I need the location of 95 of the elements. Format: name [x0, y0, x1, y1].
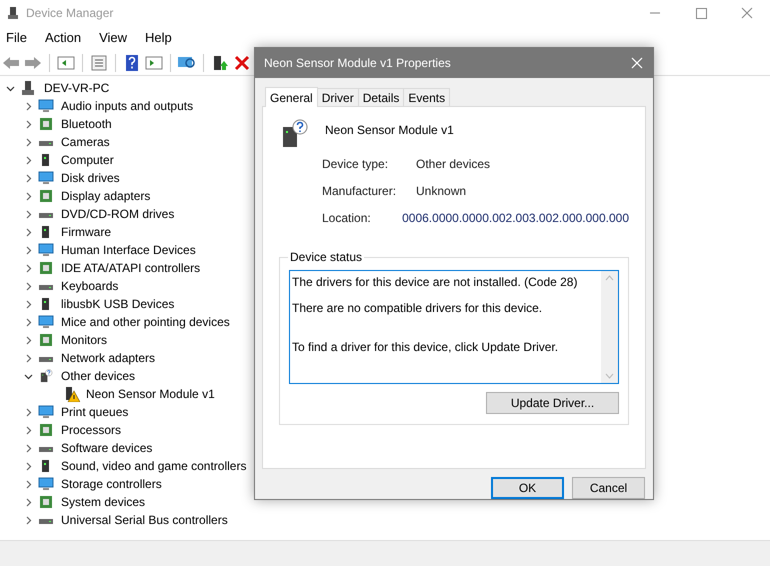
tab[interactable]: General	[265, 87, 318, 107]
computer-icon	[20, 80, 36, 96]
tree-item[interactable]: Sound, video and game controllers	[61, 457, 246, 475]
menu-item[interactable]: Help	[145, 28, 172, 48]
menu-item[interactable]: Action	[44, 28, 82, 48]
chevron-down-icon[interactable]	[24, 372, 33, 380]
property-value: 0006.0000.0000.002.003.002.000.000.000	[402, 210, 629, 227]
close-icon[interactable]	[631, 57, 643, 69]
chevron-right-icon[interactable]	[24, 462, 33, 470]
chevron-right-icon[interactable]	[24, 192, 33, 200]
status-text-box[interactable]: The drivers for this device are not installed. (Code 28) There are no compatible drivers for this device. To find a driver for this device, click Update Driver.	[289, 270, 619, 384]
chevron-right-icon[interactable]	[24, 246, 33, 254]
chevron-right-icon[interactable]	[24, 138, 33, 146]
menu-item[interactable]: View	[99, 28, 128, 48]
tree-item[interactable]: Human Interface Devices	[61, 241, 196, 259]
monitor-icon	[38, 315, 54, 329]
chevron-right-icon[interactable]	[24, 336, 33, 344]
property-label: Location:	[322, 210, 372, 227]
chevron-right-icon[interactable]	[24, 264, 33, 272]
status-line: The drivers for this device are not installed. (Code 28)	[292, 274, 578, 291]
chevron-right-icon[interactable]	[24, 102, 33, 110]
monitor-icon	[38, 405, 54, 419]
chevron-right-icon[interactable]	[24, 408, 33, 416]
chevron-right-icon[interactable]	[24, 120, 33, 128]
status-line: There are no compatible drivers for this device.	[292, 300, 544, 317]
property-value: Unknown	[416, 183, 466, 200]
tab[interactable]: Driver	[318, 88, 359, 106]
property-label: Device type:	[322, 156, 390, 173]
menu-item[interactable]: File	[6, 28, 27, 48]
chip-icon	[38, 495, 54, 509]
tree-item[interactable]: Network adapters	[61, 349, 156, 367]
warning-device-icon	[64, 386, 80, 402]
tree-item[interactable]: Bluetooth	[61, 115, 112, 133]
properties-icon[interactable]	[89, 54, 109, 72]
chip-icon	[38, 189, 54, 203]
monitor-icon	[38, 243, 54, 257]
unknown-device-icon	[38, 369, 54, 383]
dialog-title: Neon Sensor Module v1 Properties	[264, 55, 451, 72]
group-label: Device status	[288, 250, 364, 264]
tree-item[interactable]: Disk drives	[61, 169, 120, 187]
tree-item[interactable]: Mice and other pointing devices	[61, 313, 230, 331]
tree-item[interactable]: Neon Sensor Module v1	[86, 385, 215, 403]
uninstall-icon[interactable]	[232, 54, 252, 72]
tree-item[interactable]: IDE ATA/ATAPI controllers	[61, 259, 200, 277]
app-icon	[6, 6, 20, 20]
tree-item[interactable]: libusbK USB Devices	[61, 295, 174, 313]
device-name: Neon Sensor Module v1	[325, 122, 454, 139]
chip-icon	[38, 261, 54, 275]
console-tree-icon[interactable]	[56, 54, 76, 72]
chevron-right-icon[interactable]	[24, 156, 33, 164]
tree-item[interactable]: Computer	[61, 151, 114, 169]
tree-item[interactable]: Software devices	[61, 439, 152, 457]
chevron-down-icon[interactable]	[6, 84, 15, 92]
monitor-icon	[38, 477, 54, 491]
tree-item[interactable]: Print queues	[61, 403, 128, 421]
chevron-right-icon[interactable]	[24, 480, 33, 488]
chevron-right-icon[interactable]	[24, 426, 33, 434]
tree-item[interactable]: System devices	[61, 493, 146, 511]
monitor-icon	[38, 99, 54, 113]
tree-item[interactable]: Display adapters	[61, 187, 150, 205]
chip-icon	[38, 423, 54, 437]
chip-icon	[38, 333, 54, 347]
property-label: Manufacturer:	[322, 183, 398, 200]
tree-item[interactable]: Keyboards	[61, 277, 118, 295]
action-pane-icon[interactable]	[144, 54, 164, 72]
chevron-right-icon[interactable]	[24, 282, 33, 290]
tree-item[interactable]: Other devices	[61, 367, 136, 385]
status-line: To find a driver for this device, click Update Driver.	[292, 339, 560, 356]
window-title: Device Manager	[26, 5, 114, 22]
dialog-button[interactable]: Cancel	[572, 477, 645, 499]
monitor-icon	[38, 171, 54, 185]
chevron-right-icon[interactable]	[24, 318, 33, 326]
tree-item[interactable]: Monitors	[61, 331, 108, 349]
tree-item[interactable]: DVD/CD-ROM drives	[61, 205, 174, 223]
update-driver-button[interactable]: Update Driver...	[486, 392, 619, 414]
chevron-right-icon[interactable]	[24, 174, 33, 182]
tree-item[interactable]: Cameras	[61, 133, 110, 151]
tree-item[interactable]: Universal Serial Bus controllers	[61, 511, 228, 529]
tree-item[interactable]: Firmware	[61, 223, 111, 241]
chevron-right-icon[interactable]	[24, 210, 33, 218]
tree-item[interactable]: DEV-VR-PC	[44, 79, 110, 97]
tree-item[interactable]: Audio inputs and outputs	[61, 97, 194, 115]
chevron-right-icon[interactable]	[24, 300, 33, 308]
chip-icon	[38, 117, 54, 131]
tree-item[interactable]: Storage controllers	[61, 475, 162, 493]
chevron-right-icon[interactable]	[24, 498, 33, 506]
property-value: Other devices	[416, 156, 490, 173]
chevron-right-icon[interactable]	[24, 228, 33, 236]
dialog-button[interactable]: OK	[491, 477, 564, 499]
tab[interactable]: Events	[404, 88, 450, 106]
chevron-right-icon[interactable]	[24, 516, 33, 524]
chevron-right-icon[interactable]	[24, 444, 33, 452]
tab[interactable]: Details	[358, 88, 404, 106]
chevron-right-icon[interactable]	[24, 354, 33, 362]
tree-item[interactable]: Processors	[61, 421, 122, 439]
